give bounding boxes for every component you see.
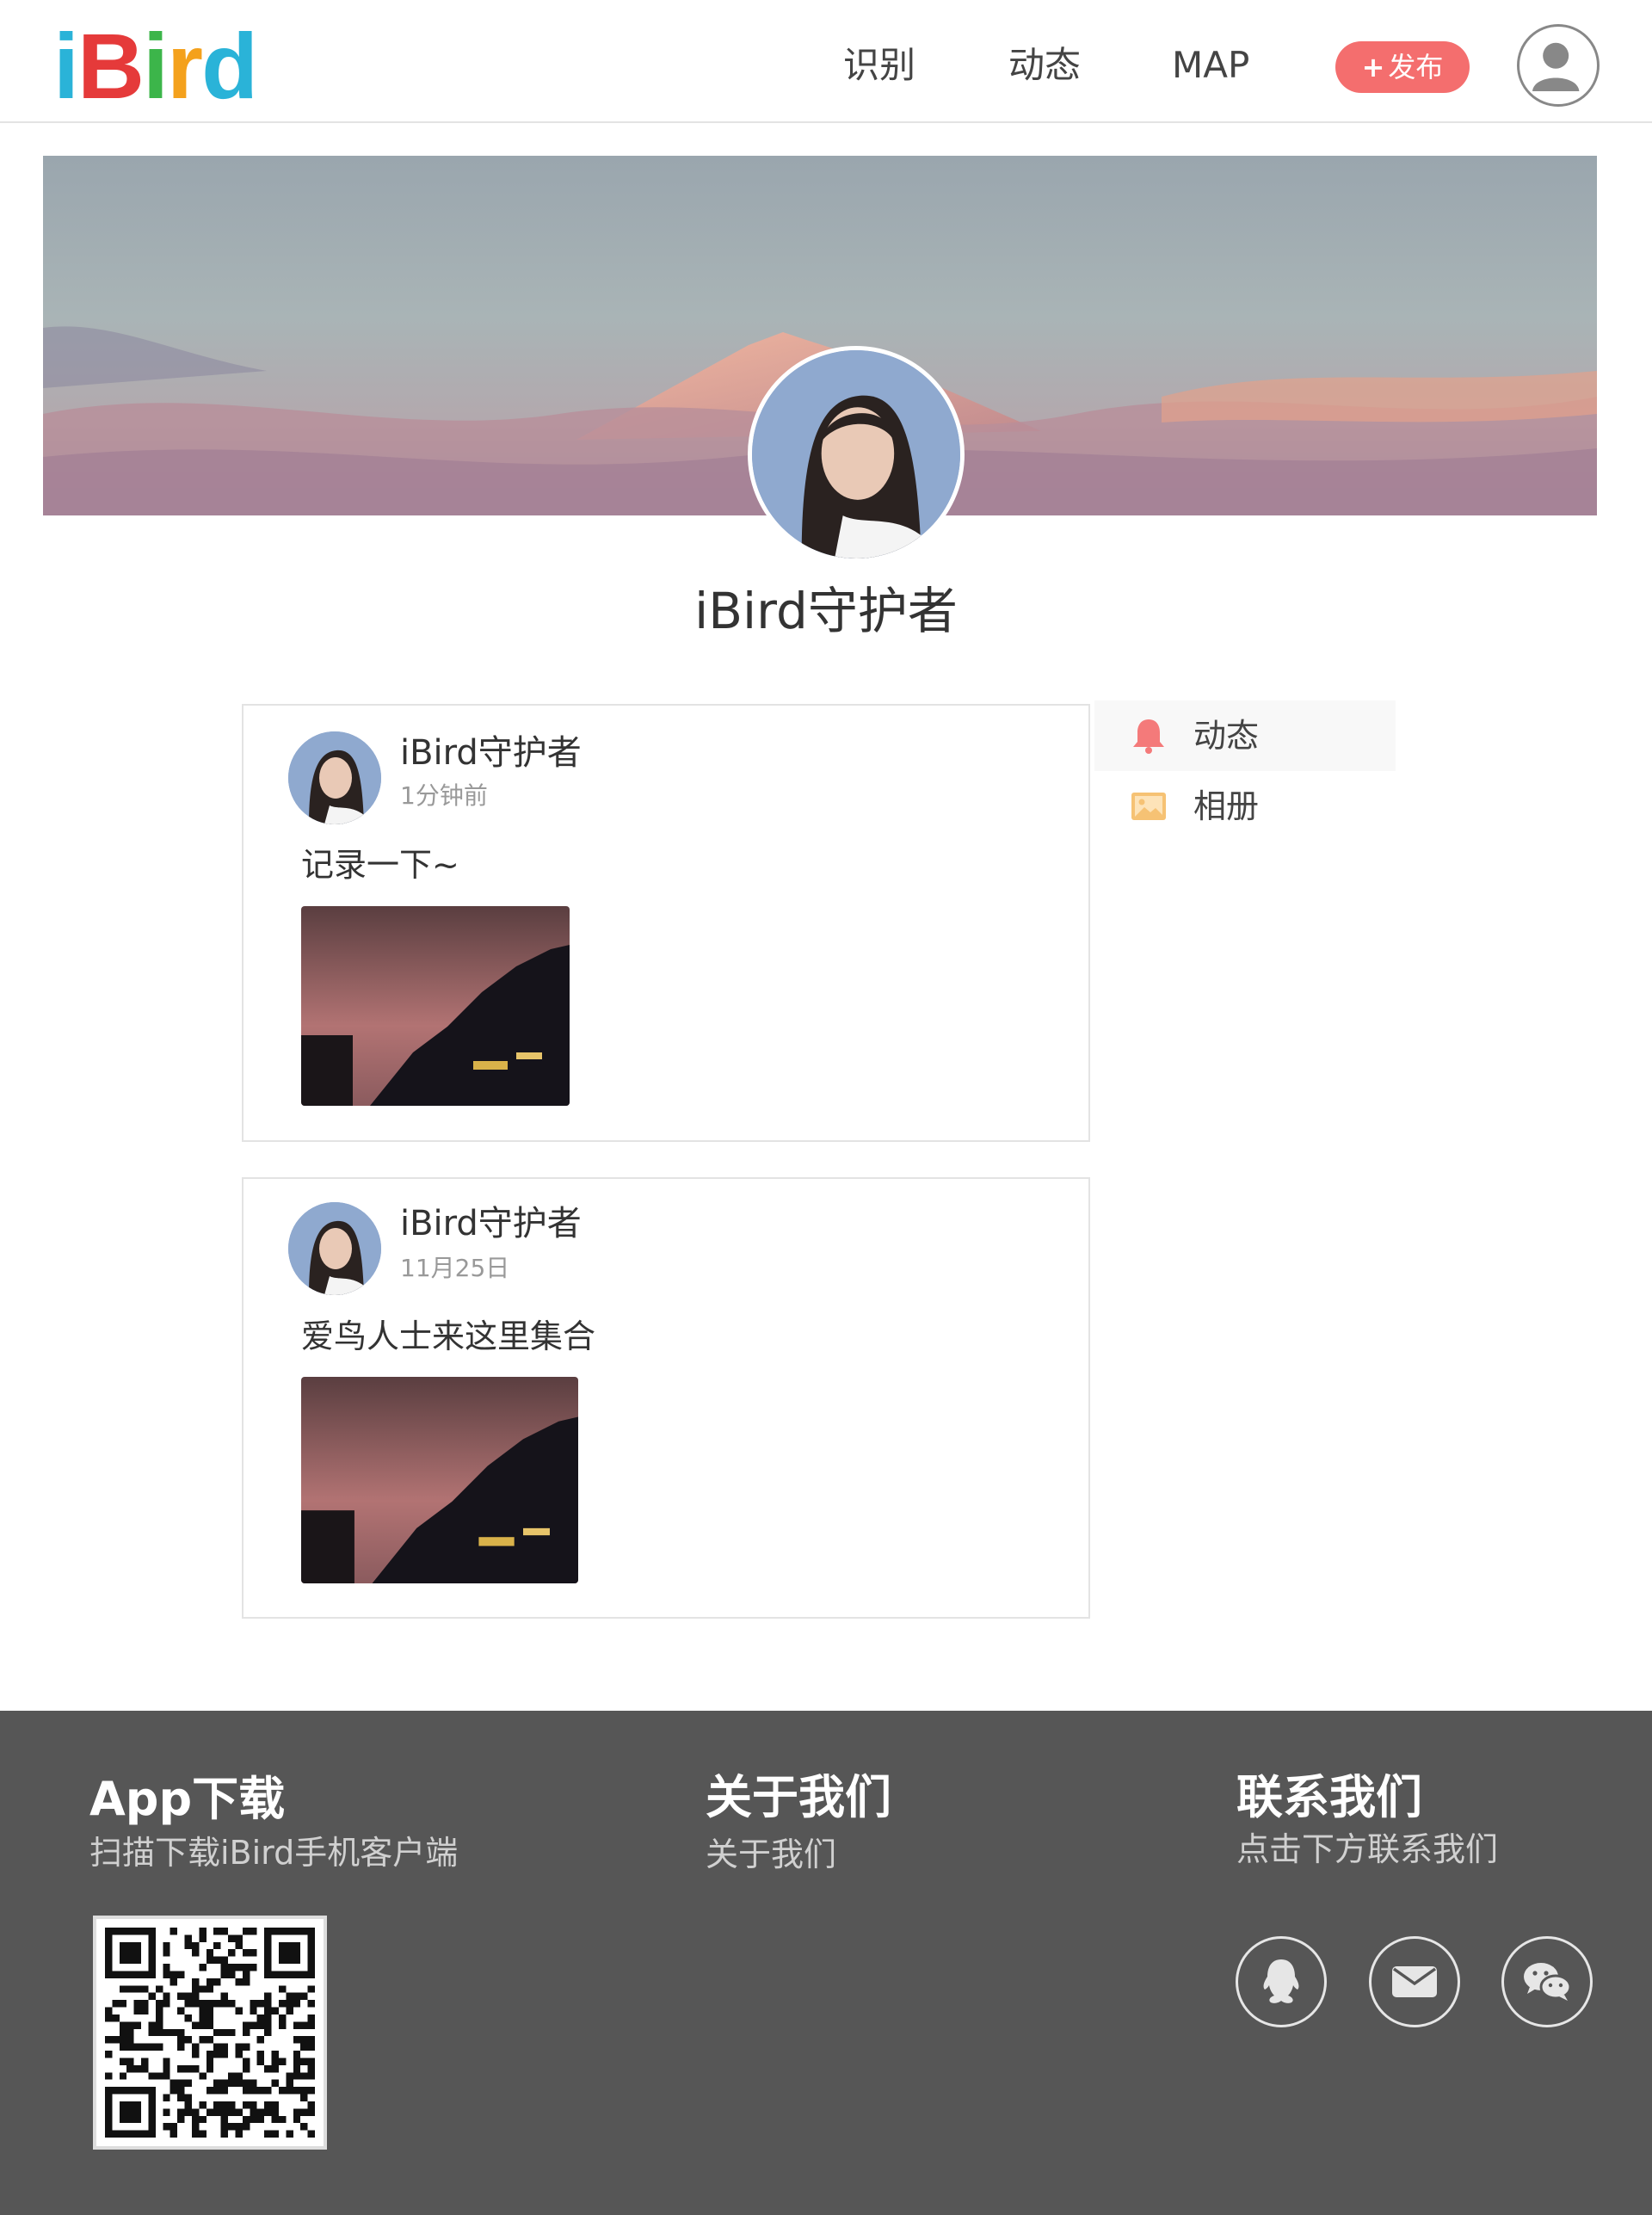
logo-letter: d <box>201 14 258 118</box>
publish-label: 发布 <box>1388 51 1444 83</box>
evening-sky-buildings-photo <box>301 1377 578 1583</box>
post-avatar[interactable] <box>288 1202 381 1295</box>
qq-button[interactable] <box>1236 1936 1327 2027</box>
ibird-logo[interactable]: iBird <box>53 14 258 118</box>
plus-icon: + <box>1361 51 1385 83</box>
image-icon <box>1131 793 1166 820</box>
mail-icon <box>1392 1966 1437 1997</box>
about-title: 关于我们 <box>706 1770 891 1824</box>
side-item-label: 动态 <box>1193 717 1260 755</box>
post-text: 爱鸟人士来这里集合 <box>301 1317 596 1355</box>
contact-title: 联系我们 <box>1236 1770 1422 1824</box>
wechat-icon <box>1524 1963 1572 2001</box>
evening-sky-buildings-photo <box>301 906 570 1106</box>
post-card[interactable]: iBird守护者 1分钟前 记录一下~ <box>242 704 1090 1142</box>
side-item-feed[interactable]: 动态 <box>1094 700 1396 771</box>
profile-side-menu: 动态 相册 <box>1094 700 1396 842</box>
post-timestamp: 11月25日 <box>400 1254 510 1282</box>
logo-letter: B <box>77 14 145 118</box>
post-text: 记录一下~ <box>301 846 459 884</box>
post-card[interactable]: iBird守护者 11月25日 爱鸟人士来这里集合 <box>242 1177 1090 1619</box>
logo-letter: i <box>53 14 79 118</box>
user-avatar-icon <box>1532 42 1580 91</box>
post-photo[interactable] <box>301 1377 578 1583</box>
nav-map[interactable]: MAP <box>1172 40 1249 91</box>
top-navbar: iBird 识别 动态 MAP + 发布 <box>0 0 1652 123</box>
avatar-photo <box>288 731 381 824</box>
contact-subtitle: 点击下方联系我们 <box>1236 1830 1499 1868</box>
profile-avatar[interactable] <box>748 346 965 563</box>
side-item-album[interactable]: 相册 <box>1094 771 1396 842</box>
qq-icon <box>1263 1959 1299 2003</box>
nav-recognize[interactable]: 识别 <box>843 40 915 91</box>
post-username[interactable]: iBird守护者 <box>400 1202 582 1245</box>
post-photo[interactable] <box>301 906 570 1106</box>
side-item-label: 相册 <box>1193 787 1260 825</box>
avatar-photo <box>288 1202 381 1295</box>
app-download-subtitle: 扫描下载iBird手机客户端 <box>89 1834 459 1872</box>
profile-name: iBird守护者 <box>694 582 958 640</box>
post-username[interactable]: iBird守护者 <box>400 731 582 774</box>
logo-letter: i <box>143 14 169 118</box>
logo-letter: r <box>167 14 203 118</box>
post-timestamp: 1分钟前 <box>400 781 488 810</box>
post-avatar[interactable] <box>288 731 381 824</box>
qr-code-image <box>105 1928 315 2138</box>
nav-feed[interactable]: 动态 <box>1008 40 1081 91</box>
mail-button[interactable] <box>1369 1936 1460 2027</box>
qr-code <box>93 1916 327 2150</box>
app-download-title: App下载 <box>89 1772 286 1826</box>
publish-button[interactable]: + 发布 <box>1335 41 1470 93</box>
user-avatar-button[interactable] <box>1517 24 1600 107</box>
avatar-photo <box>752 350 960 558</box>
site-footer: App下载 扫描下载iBird手机客户端 关于我们 关于我们 联系我们 点击下方… <box>0 1711 1652 2215</box>
about-link[interactable]: 关于我们 <box>706 1833 836 1876</box>
bell-icon <box>1133 719 1164 754</box>
wechat-button[interactable] <box>1501 1936 1593 2027</box>
